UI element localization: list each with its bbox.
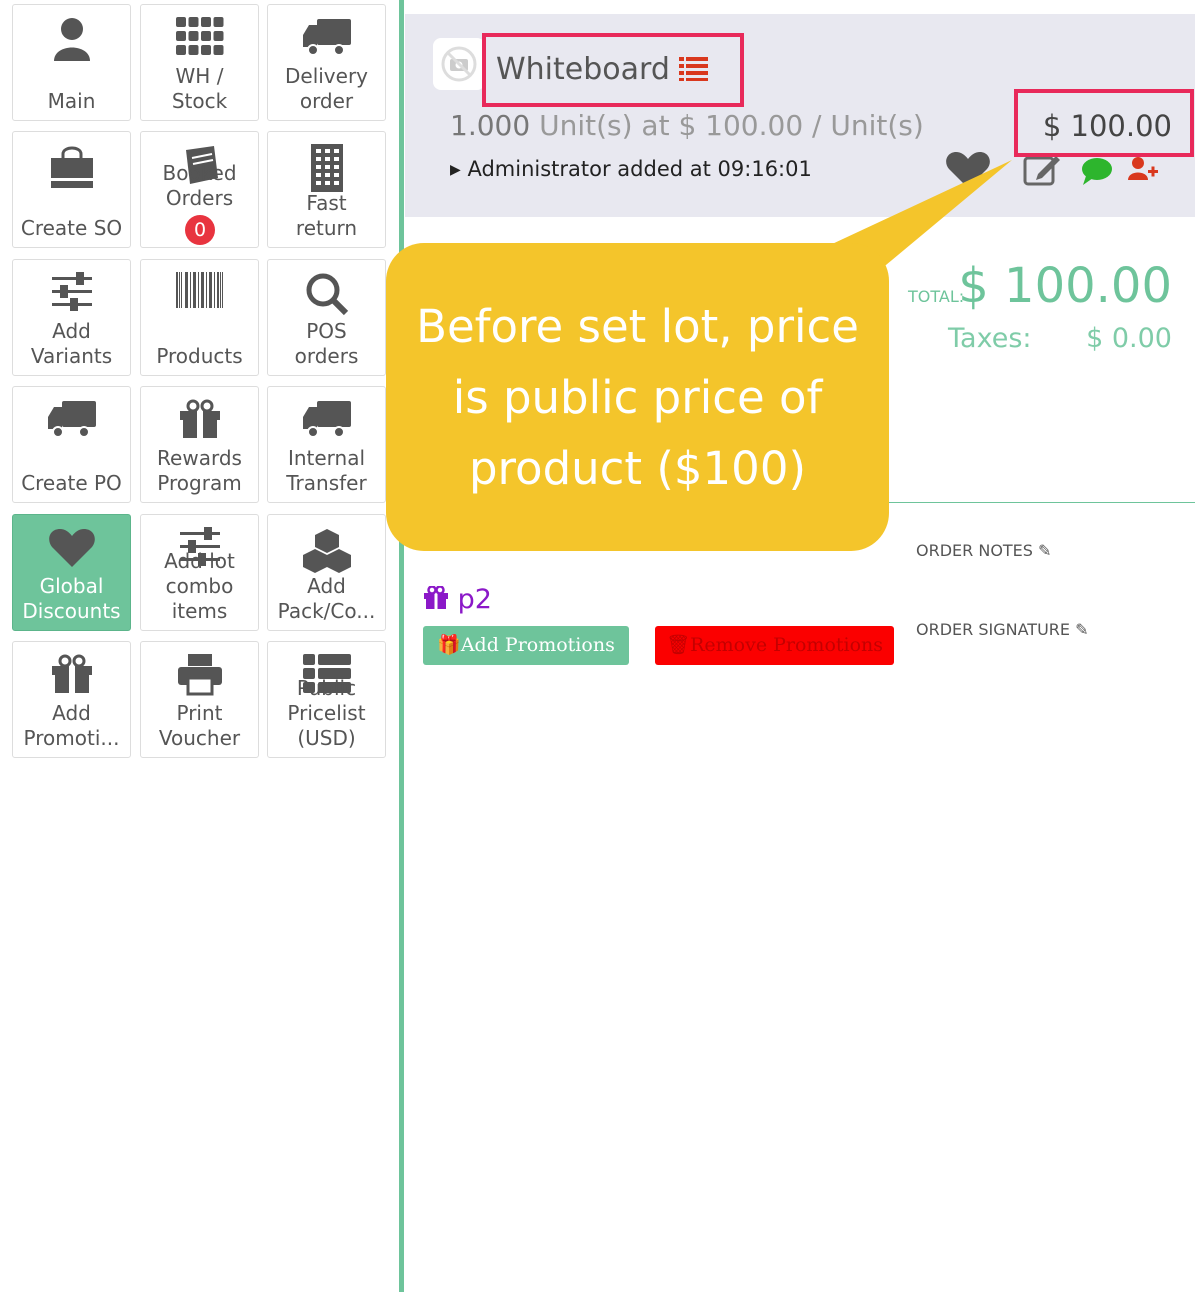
edit-icon[interactable]: ✎ (1075, 620, 1088, 639)
trash-icon: 🗑 (665, 634, 691, 656)
gift-icon (13, 654, 130, 706)
remove-promotions-button[interactable]: 🗑Remove Promotions (655, 626, 894, 665)
gift-icon: 🎁 (437, 634, 461, 656)
tile-print-voucher[interactable]: Print Voucher (140, 641, 259, 758)
tile-label: Public Pricelist (USD) (287, 676, 366, 750)
tile-label: Print Voucher (158, 701, 241, 750)
tile-public-pricelist-usd[interactable]: Public Pricelist (USD) (267, 641, 386, 758)
tile-add-promoti[interactable]: Add Promoti... (12, 641, 131, 758)
add-promotions-button[interactable]: 🎁Add Promotions (423, 626, 629, 665)
printer-icon (141, 654, 258, 706)
annotation-callout: Before set lot, price is public price of… (386, 243, 889, 551)
order-signature[interactable]: ORDER SIGNATURE ✎ (916, 620, 1089, 639)
tile-label: Add Promoti... (23, 701, 120, 750)
